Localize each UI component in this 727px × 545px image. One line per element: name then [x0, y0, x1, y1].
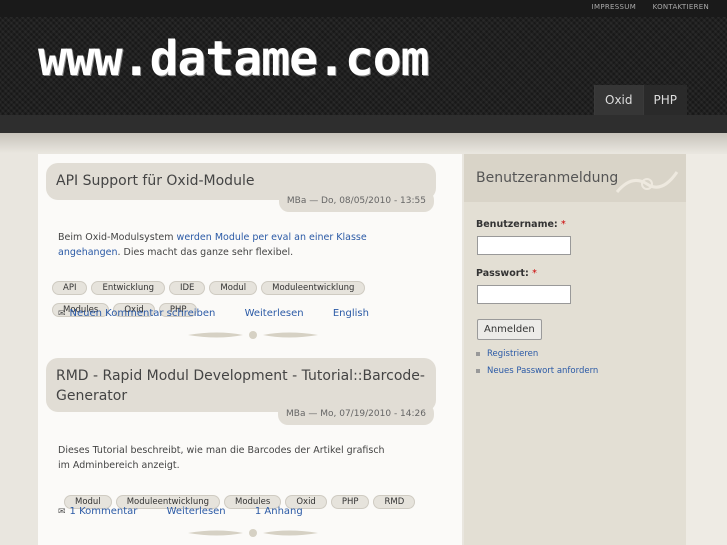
username-label-text: Benutzername: [476, 219, 558, 230]
top-bar: IMPRESSUM KONTAKTIEREN [0, 0, 727, 17]
teaser-text: Beim Oxid-Modulsystem [58, 232, 177, 243]
post-meta: MBa — Do, 08/05/2010 - 13:55 [278, 190, 434, 212]
kontakt-link[interactable]: KONTAKTIEREN [653, 3, 709, 11]
username-input[interactable] [477, 236, 571, 255]
bullet-icon [476, 368, 480, 373]
attachment-link[interactable]: 1 Anhang [255, 506, 303, 517]
password-input[interactable] [477, 285, 571, 304]
register-link[interactable]: Registrieren [487, 349, 538, 359]
new-password-item: Neues Passwort anfordern [476, 366, 598, 376]
tag[interactable]: Modul [209, 281, 258, 295]
ornament-icon [615, 171, 679, 193]
password-label: Passwort: * [476, 268, 537, 279]
tag[interactable]: API [52, 281, 88, 295]
comment-icon: ✉ [58, 309, 66, 319]
site-header: www.datame.com Oxid PHP [0, 17, 727, 115]
teaser-text-end: . Dies macht das ganze sehr flexibel. [117, 247, 294, 258]
main-nav: Oxid PHP [594, 85, 687, 115]
english-link[interactable]: English [333, 308, 369, 319]
impressum-link[interactable]: IMPRESSUM [592, 3, 636, 11]
top-links: IMPRESSUM KONTAKTIEREN [578, 3, 709, 11]
new-password-link[interactable]: Neues Passwort anfordern [487, 366, 598, 376]
read-more-link[interactable]: Weiterlesen [245, 308, 304, 319]
bullet-icon [476, 351, 480, 356]
tag[interactable]: IDE [168, 281, 206, 295]
post-teaser: Beim Oxid-Modulsystem werden Module per … [58, 230, 428, 260]
required-mark: * [532, 268, 537, 279]
password-label-text: Passwort: [476, 268, 529, 279]
login-block-title: Benutzeranmeldung [476, 170, 619, 186]
comments-link[interactable]: 1 Kommentar [70, 506, 138, 517]
ornament-divider [188, 529, 318, 537]
post-teaser: Dieses Tutorial beschreibt, wie man die … [58, 445, 385, 471]
nav-item-php[interactable]: PHP [642, 85, 687, 115]
post-meta: MBa — Mo, 07/19/2010 - 14:26 [278, 403, 434, 425]
tag[interactable]: Entwicklung [91, 281, 165, 295]
sidebar-edge [686, 154, 727, 545]
nav-item-oxid[interactable]: Oxid [594, 85, 643, 115]
add-comment-link[interactable]: Neuen Kommentar schreiben [70, 308, 216, 319]
post-links: ✉ 1 Kommentar Weiterlesen 1 Anhang [58, 506, 329, 517]
tag[interactable]: Moduleentwicklung [261, 281, 366, 295]
post-links: ✉ Neuen Kommentar schreiben Weiterlesen E… [58, 308, 395, 319]
ornament-divider [188, 331, 318, 339]
read-more-link[interactable]: Weiterlesen [167, 506, 226, 517]
username-label: Benutzername: * [476, 219, 566, 230]
required-mark: * [561, 219, 566, 230]
main-content: API Support für Oxid-Module MBa — Do, 08… [38, 154, 462, 545]
sidebar: Benutzeranmeldung Benutzername: * Passwo… [464, 154, 727, 545]
header-band [0, 115, 727, 133]
tag[interactable]: RMD [373, 495, 416, 509]
header-fade [0, 133, 727, 153]
comment-icon: ✉ [58, 507, 66, 517]
login-button[interactable]: Anmelden [477, 319, 542, 340]
site-logo[interactable]: www.datame.com [38, 31, 430, 87]
tag[interactable]: PHP [330, 495, 370, 509]
register-item: Registrieren [476, 349, 538, 359]
